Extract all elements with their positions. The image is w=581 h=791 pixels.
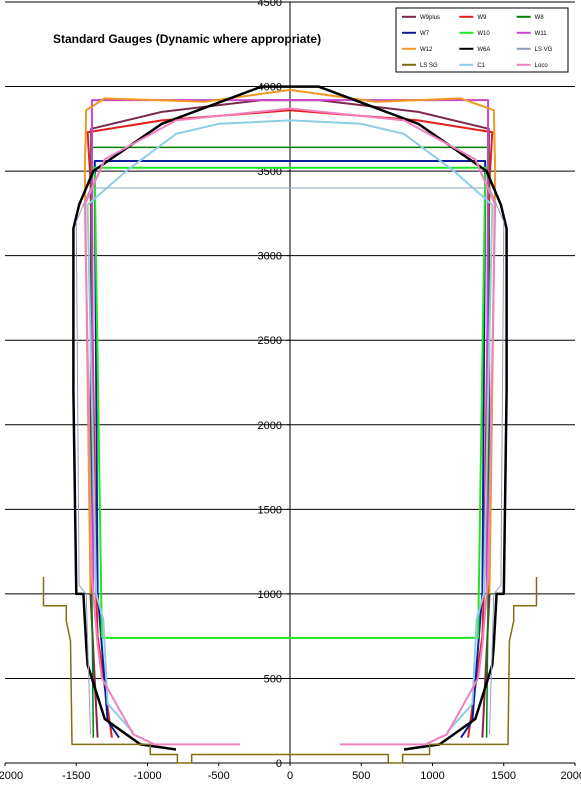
x-tick-label: 1500 [492, 770, 516, 782]
x-tick-label: 500 [352, 770, 370, 782]
legend-label: W7 [420, 31, 430, 37]
x-tick-label: 0 [287, 770, 293, 782]
gauge-chart: 050010001500200025003000350040004500-200… [0, 0, 581, 791]
x-tick-label: 2000 [561, 770, 581, 782]
y-tick-label: 4500 [258, 0, 282, 9]
legend-label: W6A [477, 47, 490, 53]
legend-label: W12 [420, 47, 433, 53]
legend-label: W10 [477, 31, 490, 37]
legend-label: W9plus [420, 15, 440, 21]
legend-label: W8 [535, 15, 545, 21]
y-tick-label: 3000 [258, 251, 282, 263]
legend-label: Loco [535, 63, 549, 69]
y-tick-label: 2000 [258, 420, 282, 432]
y-tick-label: 2500 [258, 335, 282, 347]
legend-label: LS SG [420, 63, 438, 69]
chart-title: Standard Gauges (Dynamic where appropria… [53, 32, 321, 46]
x-tick-label: -500 [208, 770, 230, 782]
legend-label: W11 [535, 31, 548, 37]
x-tick-label: -1000 [133, 770, 161, 782]
x-tick-label: -1500 [62, 770, 90, 782]
legend-label: W9 [477, 15, 487, 21]
legend: W9plus W9 W8 W7 W10 W11 W12 W6A LS VG LS SG C1 Loco [395, 7, 569, 73]
y-tick-label: 1500 [258, 504, 282, 516]
legend-label: LS VG [535, 47, 553, 53]
x-tick-label: 1000 [420, 770, 444, 782]
y-tick-label: 0 [276, 758, 282, 770]
x-tick-label: -2000 [0, 770, 23, 782]
y-tick-label: 1000 [258, 589, 282, 601]
legend-label: C1 [477, 63, 485, 69]
y-tick-label: 500 [264, 673, 282, 685]
